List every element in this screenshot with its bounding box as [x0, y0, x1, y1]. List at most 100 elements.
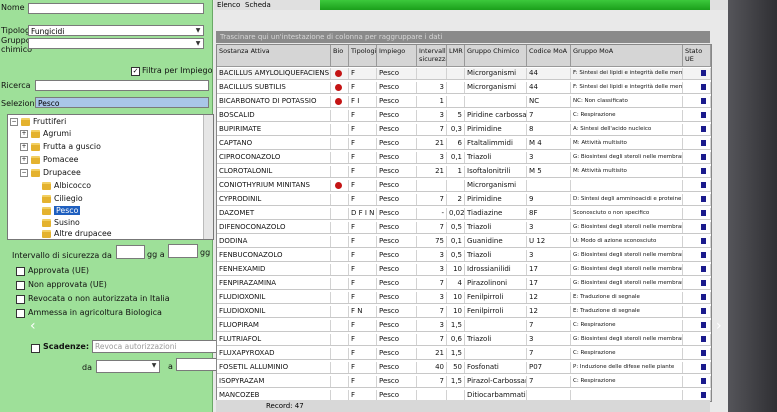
tipologia-select[interactable]: Fungicidi ▼	[28, 25, 204, 36]
crop-tree[interactable]: − Fruttiferi + Agrumi + Frutta a guscio + Po…	[7, 114, 214, 240]
col-impiego[interactable]: Impiego	[377, 45, 417, 67]
table-row[interactable]: BACILLUS SUBTILIS F Pesco 3 Microrganismi 44 F…	[217, 82, 711, 94]
col-gruppo-chimico[interactable]: Gruppo Chimico	[465, 45, 527, 67]
collapse-icon[interactable]: −	[10, 118, 18, 126]
tree-scrollbar[interactable]	[203, 115, 213, 239]
tree-node-drupacee[interactable]: − Drupacee	[20, 167, 81, 178]
table-cell: DAZOMET	[217, 208, 331, 219]
expand-icon[interactable]: +	[20, 130, 28, 138]
bio-icon	[335, 84, 342, 91]
filtra-label: Filtra per Impiego	[142, 66, 213, 75]
table-row[interactable]: DAZOMET D F I NPesco-0,02*Tiadiazine8FSco…	[217, 208, 711, 220]
table-cell: 10	[447, 292, 465, 303]
scadenze-da-date[interactable]: ▼	[96, 360, 160, 373]
tree-node-pesco[interactable]: Pesco	[42, 205, 81, 216]
col-sostanza[interactable]: Sostanza Attiva	[217, 45, 331, 67]
tree-label: Fruttiferi	[33, 117, 67, 126]
filtra-checkbox[interactable]: ✓	[131, 67, 140, 76]
intervallo-da-input[interactable]	[116, 245, 145, 259]
ricerca-input[interactable]	[35, 80, 209, 91]
table-cell: FOSETIL ALLUMINIO	[217, 362, 331, 373]
chevron-left-icon[interactable]: ‹	[30, 318, 36, 334]
ammessa-label: Ammessa in agricoltura Biologica	[28, 308, 162, 317]
ammessa-checkbox[interactable]	[16, 309, 25, 318]
chevron-right-icon[interactable]: ›	[716, 318, 722, 334]
table-row[interactable]: BICARBONATO DI POTASSIO F I Pesco 1 NC NC: No…	[217, 96, 711, 108]
table-cell: 7	[417, 376, 447, 387]
col-lmr[interactable]: LMR	[447, 45, 465, 67]
col-intervallo[interactable]: Intervallo sicurezza	[417, 45, 447, 67]
tree-node-ciliegio[interactable]: Ciliegio	[42, 193, 83, 204]
scadenze-placeholder: Revoca autorizzazioni	[95, 342, 177, 351]
non-approvata-checkbox[interactable]	[16, 281, 25, 290]
scadenze-select[interactable]: Revoca autorizzazioni▼	[92, 340, 236, 353]
table-row[interactable]: CIPROCONAZOLO F Pesco 3 0,1 Triazoli 3 G: Biosi…	[217, 152, 711, 164]
approvata-checkbox[interactable]	[16, 267, 25, 276]
col-stato-ue[interactable]: Stato UE	[683, 45, 711, 67]
stato-ue-icon	[701, 182, 706, 188]
scadenze-checkbox[interactable]	[31, 344, 40, 353]
tree-node-frutta-guscio[interactable]: + Frutta a guscio	[20, 141, 101, 152]
col-gruppo-moa[interactable]: Gruppo MoA	[571, 45, 683, 67]
stato-ue-icon	[701, 322, 706, 328]
table-row[interactable]: CYPRODINIL F Pesco 7 2 Pirimidine 9 D: Sintesi …	[217, 194, 711, 206]
table-row[interactable]: FOSETIL ALLUMINIO F Pesco 40 50 Fosfonati P07 P…	[217, 362, 711, 374]
tab-elenco[interactable]: Elenco	[214, 0, 243, 10]
tree-label: Albicocco	[54, 181, 92, 190]
col-tipologia[interactable]: Tipologia	[349, 45, 377, 67]
gg-label: gg	[200, 248, 211, 257]
table-row[interactable]: BUPIRIMATE F Pesco 7 0,3 Pirimidine 8 A: Sintes…	[217, 124, 711, 136]
revocata-checkbox[interactable]	[16, 295, 25, 304]
tree-node-agrumi[interactable]: + Agrumi	[20, 128, 71, 139]
tree-node-pomacee[interactable]: + Pomacee	[20, 154, 78, 165]
tab-scheda[interactable]: Scheda	[242, 0, 274, 10]
gruppo-chimico-select[interactable]: ▼	[28, 38, 204, 49]
expand-icon[interactable]: +	[20, 143, 28, 151]
table-row[interactable]: FLUDIOXONIL F N Pesco 7 10 Fenilpirroli 12 E: T…	[217, 306, 711, 318]
table-cell	[465, 348, 527, 359]
table-row[interactable]: FLUDIOXONIL F Pesco 3 10 Fenilpirroli 12 E: Tra…	[217, 292, 711, 304]
bio-cell	[331, 194, 349, 205]
tree-node-fruttiferi[interactable]: − Fruttiferi	[10, 116, 66, 127]
table-row[interactable]: FENPIRAZAMINA F Pesco 7 4 Pirazolinoni 17 G: Bi…	[217, 278, 711, 290]
collapse-icon[interactable]: −	[20, 169, 28, 177]
table-row[interactable]: FENHEXAMID F Pesco 3 10 Idrossianilidi 17 G: Bi…	[217, 264, 711, 276]
tree-node-altre[interactable]: Altre drupacee	[42, 228, 112, 239]
table-row[interactable]: BOSCALID FPesco35Piridine carbossamidi7C:…	[217, 110, 711, 122]
tree-node-albicocco[interactable]: Albicocco	[42, 180, 91, 191]
results-grid[interactable]: Sostanza Attiva Bio Tipologia Impiego In…	[216, 44, 712, 402]
col-codice-moa[interactable]: Codice MoA	[527, 45, 571, 67]
expand-icon[interactable]: +	[20, 156, 28, 164]
table-cell: F	[349, 82, 377, 93]
table-row[interactable]: FLUXAPYROXAD F Pesco 21 1,5 7 C: Respirazione	[217, 348, 711, 360]
bio-cell	[331, 82, 349, 93]
table-cell: 1,5	[447, 376, 465, 387]
selezione-field[interactable]: Pesco	[35, 97, 209, 108]
table-cell: F	[349, 348, 377, 359]
table-row[interactable]: BACILLUS AMYLOLIQUEFACIENS F Pesco Microrga…	[217, 68, 711, 80]
table-cell: 50	[447, 362, 465, 373]
table-row[interactable]: DIFENOCONAZOLO F Pesco 7 0,5 Triazoli 3 G: Bios…	[217, 222, 711, 234]
table-row[interactable]: CONIOTHYRIUM MINITANS F Pesco Microrganismi	[217, 180, 711, 192]
stato-cell	[683, 264, 711, 275]
nome-input[interactable]	[28, 3, 204, 14]
stato-ue-icon	[701, 224, 706, 230]
tree-node-susino[interactable]: Susino	[42, 217, 80, 228]
table-row[interactable]: DODINA F Pesco 75 0,1 Guanidine U 12 U: Modo di…	[217, 236, 711, 248]
table-cell: F: Sintesi dei lipidi e integrità delle …	[571, 82, 683, 93]
table-cell: A: Sintesi dell'acido nucleico	[571, 124, 683, 135]
table-cell: 3	[417, 82, 447, 93]
table-cell: 9	[527, 194, 571, 205]
table-row[interactable]: ISOPYRAZAMFPesco71,5Pirazol-Carbossammid…	[217, 376, 711, 388]
intervallo-a-input[interactable]	[168, 244, 198, 258]
table-row[interactable]: FENBUCONAZOLO F Pesco 3 0,5 Triazoli 3 G: Biosi…	[217, 250, 711, 262]
table-row[interactable]: FLUOPIRAM F Pesco 3 1,5 7 C: Respirazione	[217, 320, 711, 332]
table-row[interactable]: FLUTRIAFOL F Pesco 7 0,6 Triazoli 3 G: Biosinte…	[217, 334, 711, 346]
table-row[interactable]: CAPTANO F Pesco 21 6 Ftaltalimmidi M 4 M: Attiv…	[217, 138, 711, 150]
group-by-area[interactable]: Trascinare qui un'intestazione di colonn…	[216, 31, 710, 43]
table-cell: F	[349, 376, 377, 387]
col-bio[interactable]: Bio	[331, 45, 349, 67]
table-row[interactable]: CLOROTALONIL F Pesco 21 1 Isoftalonitrili M 5M…	[217, 166, 711, 178]
stato-ue-icon	[701, 266, 706, 272]
table-cell: DIFENOCONAZOLO	[217, 222, 331, 233]
